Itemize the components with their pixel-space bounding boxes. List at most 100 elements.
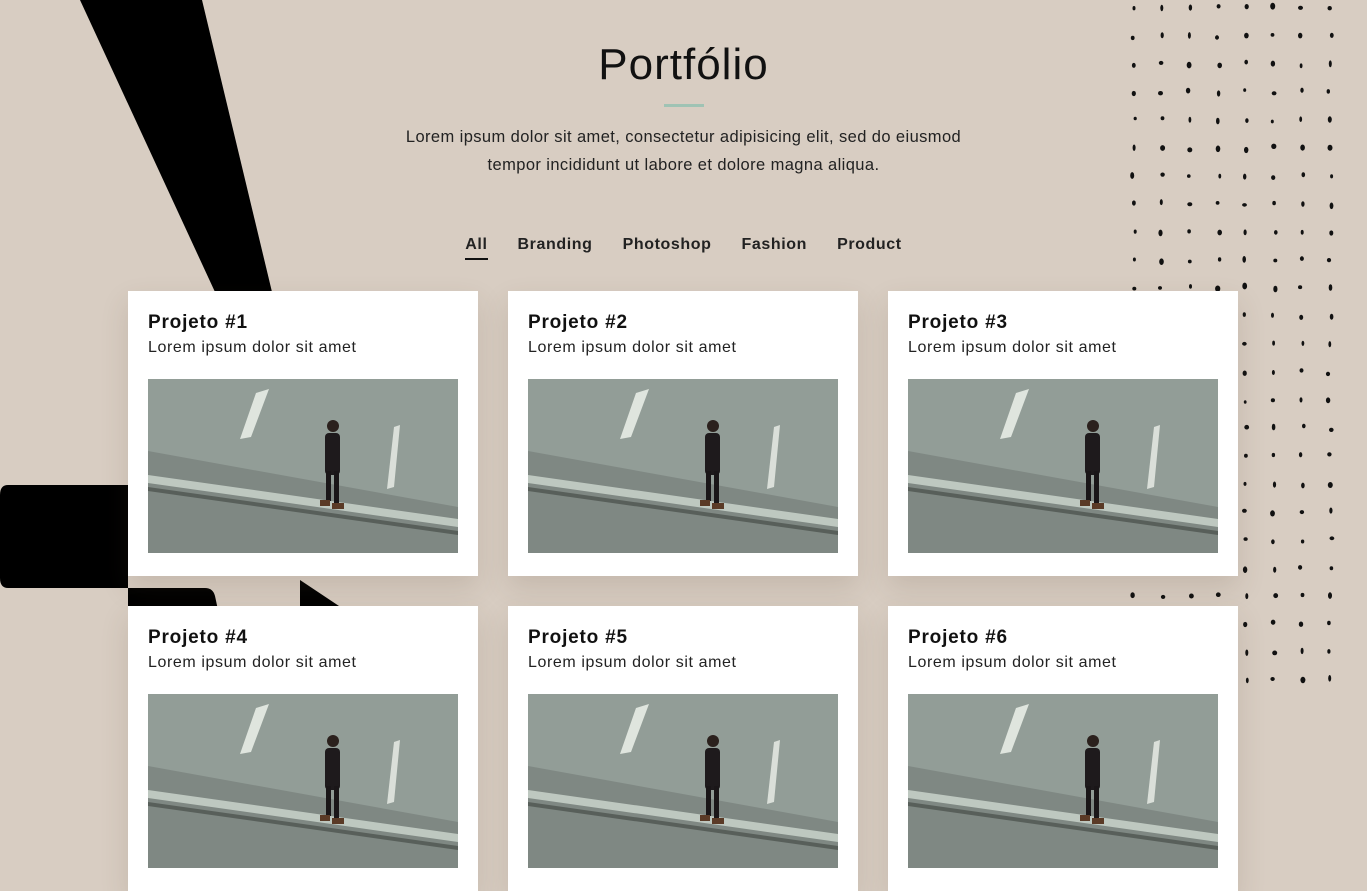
project-subtitle: Lorem ipsum dolor sit amet <box>528 654 737 671</box>
pattern-dot <box>1328 341 1332 348</box>
pattern-dot <box>1329 427 1334 432</box>
pattern-dot <box>1133 229 1137 234</box>
project-card[interactable]: Projeto #3 Lorem ipsum dolor sit amet <box>888 291 1238 576</box>
pattern-dot <box>1242 341 1247 346</box>
project-image[interactable] <box>908 694 1218 868</box>
pattern-dot <box>1242 508 1247 513</box>
pattern-dot <box>1329 507 1333 514</box>
pattern-dot <box>1132 200 1136 206</box>
portfolio-header: Portfólio Lorem ipsum dolor sit amet, co… <box>0 0 1367 179</box>
pattern-dot <box>1245 677 1249 684</box>
project-title: Projeto #5 <box>528 627 628 648</box>
pattern-dot <box>1273 593 1279 599</box>
page-title: Portfólio <box>598 40 769 89</box>
project-subtitle: Lorem ipsum dolor sit amet <box>528 339 737 356</box>
filter-product[interactable]: Product <box>837 236 902 260</box>
pattern-dot <box>1270 398 1275 403</box>
pattern-dot <box>1301 201 1305 207</box>
pattern-dot <box>1270 619 1276 625</box>
filter-fashion[interactable]: Fashion <box>742 236 808 260</box>
pattern-dot <box>1299 314 1304 320</box>
pattern-dot <box>1189 284 1192 289</box>
pattern-dot <box>1272 481 1277 488</box>
pattern-dot <box>1159 199 1163 206</box>
pattern-dot <box>1271 312 1274 318</box>
portfolio-filters: All Branding Photoshop Fashion Product <box>0 236 1367 260</box>
project-title: Projeto #2 <box>528 312 628 333</box>
pattern-dot <box>1132 286 1137 291</box>
pattern-dot <box>1272 200 1276 206</box>
filter-photoshop[interactable]: Photoshop <box>623 236 712 260</box>
pattern-dot <box>1274 230 1278 235</box>
pattern-dot <box>1328 592 1332 599</box>
pattern-dot <box>1272 340 1275 346</box>
pattern-dot <box>1244 453 1248 458</box>
filter-branding[interactable]: Branding <box>518 236 593 260</box>
pattern-dot <box>1329 313 1334 320</box>
pattern-dot <box>1243 400 1247 404</box>
project-image[interactable] <box>528 694 838 868</box>
project-subtitle: Lorem ipsum dolor sit amet <box>148 339 357 356</box>
project-card[interactable]: Projeto #2 Lorem ipsum dolor sit amet <box>508 291 858 576</box>
pattern-dot <box>1215 201 1220 205</box>
pattern-dot <box>1301 482 1305 489</box>
pattern-dot <box>1300 647 1304 655</box>
pattern-dot <box>1187 259 1192 264</box>
pattern-dot <box>1327 620 1331 626</box>
project-subtitle: Lorem ipsum dolor sit amet <box>908 654 1117 671</box>
pattern-dot <box>1325 371 1331 377</box>
pattern-dot <box>1272 650 1278 656</box>
project-title: Projeto #3 <box>908 312 1008 333</box>
project-subtitle: Lorem ipsum dolor sit amet <box>908 339 1117 356</box>
pattern-dot <box>1329 202 1334 210</box>
project-card[interactable]: Projeto #5 Lorem ipsum dolor sit amet <box>508 606 858 891</box>
pattern-dot <box>1243 229 1247 236</box>
project-title: Projeto #6 <box>908 627 1008 648</box>
project-card[interactable]: Projeto #1 Lorem ipsum dolor sit amet <box>128 291 478 576</box>
pattern-dot <box>1327 649 1331 654</box>
pattern-dot <box>1327 452 1332 457</box>
pattern-dot <box>1328 284 1333 291</box>
pattern-dot <box>1271 452 1276 458</box>
pattern-dot <box>1187 202 1193 207</box>
pattern-dot <box>1327 482 1333 488</box>
pattern-dot <box>1298 285 1303 290</box>
pattern-dot <box>1300 676 1306 684</box>
pattern-dot <box>1242 370 1247 376</box>
pattern-dot <box>1329 230 1334 236</box>
pattern-dot <box>1271 423 1276 431</box>
pattern-dot <box>1242 566 1248 573</box>
project-grid: Projeto #1 Lorem ipsum dolor sit amet Pr… <box>128 291 1238 891</box>
pattern-dot <box>1298 621 1304 627</box>
project-card[interactable]: Projeto #6 Lorem ipsum dolor sit amet <box>888 606 1238 891</box>
project-card[interactable]: Projeto #4 Lorem ipsum dolor sit amet <box>128 606 478 891</box>
pattern-dot <box>1300 229 1304 235</box>
intro-text: Lorem ipsum dolor sit amet, consectetur … <box>405 128 962 174</box>
project-image[interactable] <box>528 379 838 553</box>
pattern-dot <box>1329 536 1335 541</box>
pattern-dot <box>1329 566 1334 571</box>
project-image[interactable] <box>908 379 1218 553</box>
project-image[interactable] <box>148 694 458 868</box>
pattern-dot <box>1300 592 1305 598</box>
project-title: Projeto #4 <box>148 627 248 648</box>
project-title: Projeto #1 <box>148 312 248 333</box>
pattern-dot <box>1158 286 1162 290</box>
pattern-dot <box>1217 229 1222 236</box>
pattern-dot <box>1271 539 1275 545</box>
project-image[interactable] <box>148 379 458 553</box>
pattern-dot <box>1244 424 1250 430</box>
project-subtitle: Lorem ipsum dolor sit amet <box>148 654 357 671</box>
pattern-dot <box>1273 566 1277 573</box>
pattern-dot <box>1325 397 1331 404</box>
pattern-dot <box>1242 312 1246 317</box>
pattern-dot <box>1300 539 1305 544</box>
filter-all[interactable]: All <box>465 236 488 260</box>
pattern-dot <box>1299 397 1303 403</box>
pattern-dot <box>1243 621 1248 628</box>
title-divider <box>663 104 704 107</box>
pattern-dot <box>1271 370 1275 375</box>
pattern-dot <box>1298 452 1303 458</box>
pattern-dot <box>1270 677 1275 681</box>
pattern-dot <box>1328 675 1332 682</box>
